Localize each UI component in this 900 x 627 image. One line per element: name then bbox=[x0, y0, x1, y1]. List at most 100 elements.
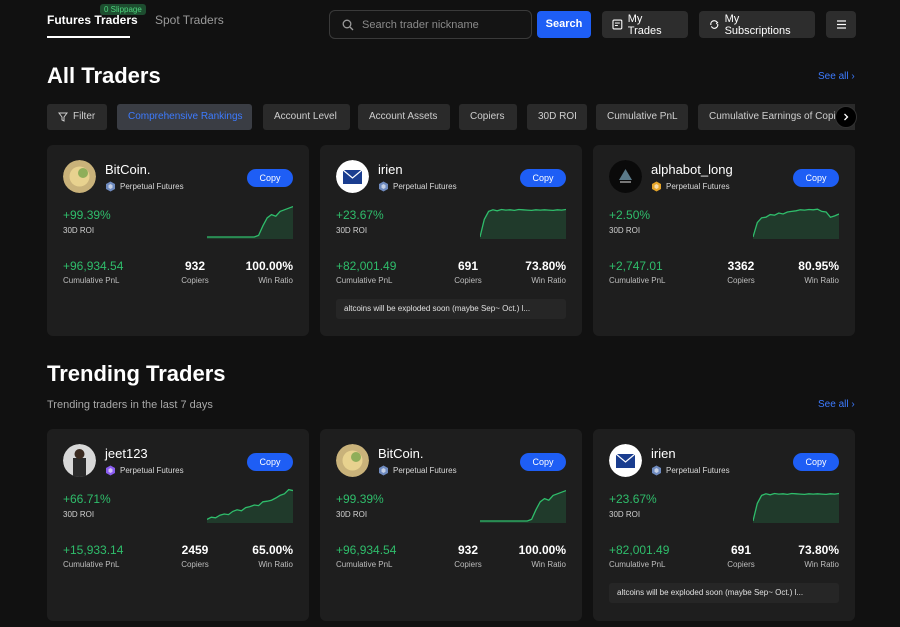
copiers-label: Copiers bbox=[181, 560, 209, 569]
copy-button[interactable]: Copy bbox=[793, 453, 839, 471]
avatar[interactable] bbox=[336, 444, 369, 477]
win-ratio-value: 65.00% bbox=[252, 543, 293, 557]
filter-chip-copiers[interactable]: Copiers bbox=[459, 104, 517, 130]
my-trades-label: My Trades bbox=[627, 12, 662, 37]
trader-card[interactable]: alphabot_long Perpetual Futures Copy +2.50%… bbox=[593, 145, 855, 336]
trader-name[interactable]: irien bbox=[651, 446, 676, 461]
roi-sparkline bbox=[480, 208, 566, 239]
sparkline-area bbox=[753, 493, 839, 523]
roi-sparkline bbox=[753, 492, 839, 523]
cumulative-pnl-value: +2,747.01 bbox=[609, 259, 663, 273]
product-tag: Perpetual Futures bbox=[378, 181, 457, 192]
trader-card[interactable]: BitCoin. Perpetual Futures Copy +99.39% 30D … bbox=[47, 145, 309, 336]
trader-card[interactable]: irien Perpetual Futures Copy +23.67% 30D ROI… bbox=[593, 429, 855, 621]
trader-quote[interactable]: altcoins will be exploded soon (maybe Se… bbox=[336, 299, 566, 319]
roi-value: +99.39% bbox=[336, 492, 384, 506]
sparkline-area bbox=[753, 209, 839, 239]
win-ratio-label: Win Ratio bbox=[804, 276, 839, 285]
filter-chip-cumulative-pnl[interactable]: Cumulative PnL bbox=[596, 104, 688, 130]
trader-name[interactable]: jeet123 bbox=[105, 446, 148, 461]
win-ratio-value: 100.00% bbox=[518, 543, 566, 557]
my-subscriptions-button[interactable]: My Subscriptions bbox=[699, 11, 815, 38]
trader-card[interactable]: BitCoin. Perpetual Futures Copy +99.39% 30D … bbox=[320, 429, 582, 621]
trader-card[interactable]: jeet123 Perpetual Futures Copy +66.71% 30D R… bbox=[47, 429, 309, 621]
win-ratio-label: Win Ratio bbox=[531, 560, 566, 569]
copy-button[interactable]: Copy bbox=[793, 169, 839, 187]
sync-icon bbox=[710, 20, 719, 29]
roi-sparkline bbox=[480, 489, 566, 523]
product-label: Perpetual Futures bbox=[393, 182, 457, 191]
all-traders-title: All Traders bbox=[47, 63, 161, 88]
filter-label: Filter bbox=[73, 111, 96, 122]
tab-futures-traders[interactable]: Futures Traders bbox=[47, 13, 138, 27]
cumulative-pnl-value: +15,933.14 bbox=[63, 543, 124, 557]
search-input[interactable] bbox=[362, 17, 522, 33]
avatar[interactable] bbox=[63, 444, 96, 477]
cumulative-pnl-label: Cumulative PnL bbox=[63, 276, 120, 285]
avatar[interactable] bbox=[336, 160, 369, 193]
product-tag: Perpetual Futures bbox=[651, 465, 730, 476]
product-label: Perpetual Futures bbox=[120, 466, 184, 475]
roi-value: +2.50% bbox=[609, 208, 651, 222]
filter-chip-comprehensive-rankings[interactable]: Comprehensive Rankings bbox=[117, 104, 252, 130]
funnel-icon bbox=[58, 112, 68, 122]
trader-quote[interactable]: altcoins will be exploded soon (maybe Se… bbox=[609, 583, 839, 603]
win-ratio-label: Win Ratio bbox=[258, 276, 293, 285]
copiers-value: 2459 bbox=[181, 543, 209, 557]
filter-button[interactable]: Filter bbox=[47, 104, 107, 130]
roi-label: 30D ROI bbox=[336, 226, 368, 235]
copy-button[interactable]: Copy bbox=[247, 453, 293, 471]
trader-name[interactable]: BitCoin. bbox=[378, 446, 424, 461]
filter-scroll-next-button[interactable] bbox=[835, 106, 857, 128]
all-traders-see-all-link[interactable]: See all › bbox=[818, 71, 855, 82]
product-label: Perpetual Futures bbox=[666, 182, 730, 191]
roi-value: +23.67% bbox=[609, 492, 657, 506]
search-box bbox=[329, 10, 532, 39]
roi-value: +99.39% bbox=[63, 208, 111, 222]
filter-chip-account-assets[interactable]: Account Assets bbox=[358, 104, 450, 130]
see-all-label: See all bbox=[818, 399, 849, 410]
hamburger-menu-icon bbox=[836, 20, 846, 29]
my-trades-button[interactable]: My Trades bbox=[602, 11, 688, 38]
product-label: Perpetual Futures bbox=[120, 182, 184, 191]
tab-spot-traders[interactable]: Spot Traders bbox=[155, 13, 224, 27]
cumulative-pnl-label: Cumulative PnL bbox=[63, 560, 120, 569]
trader-name[interactable]: irien bbox=[378, 162, 403, 177]
trending-traders-see-all-link[interactable]: See all › bbox=[818, 399, 855, 410]
copy-button[interactable]: Copy bbox=[520, 453, 566, 471]
win-ratio-label: Win Ratio bbox=[258, 560, 293, 569]
roi-label: 30D ROI bbox=[336, 510, 368, 519]
trending-traders-subtitle: Trending traders in the last 7 days bbox=[47, 399, 213, 411]
product-tag: Perpetual Futures bbox=[105, 181, 184, 192]
avatar[interactable] bbox=[609, 444, 642, 477]
search-button[interactable]: Search bbox=[537, 11, 591, 38]
cumulative-pnl-label: Cumulative PnL bbox=[336, 276, 393, 285]
win-ratio-value: 73.80% bbox=[525, 259, 566, 273]
trader-name[interactable]: alphabot_long bbox=[651, 162, 733, 177]
cumulative-pnl-value: +96,934.54 bbox=[63, 259, 124, 273]
product-tag: Perpetual Futures bbox=[378, 465, 457, 476]
copiers-value: 932 bbox=[457, 543, 479, 557]
roi-label: 30D ROI bbox=[609, 510, 641, 519]
trades-icon bbox=[612, 19, 623, 30]
filter-chip-account-level[interactable]: Account Level bbox=[263, 104, 350, 130]
copy-button[interactable]: Copy bbox=[520, 169, 566, 187]
menu-button[interactable] bbox=[826, 11, 856, 38]
roi-sparkline bbox=[753, 208, 839, 239]
roi-sparkline bbox=[207, 205, 293, 239]
trader-name[interactable]: BitCoin. bbox=[105, 162, 151, 177]
level-badge-icon bbox=[106, 465, 115, 476]
avatar[interactable] bbox=[63, 160, 96, 193]
level-badge-icon bbox=[106, 181, 115, 192]
cumulative-pnl-value: +82,001.49 bbox=[336, 259, 397, 273]
avatar[interactable] bbox=[609, 160, 642, 193]
copy-button[interactable]: Copy bbox=[247, 169, 293, 187]
product-label: Perpetual Futures bbox=[666, 466, 730, 475]
copiers-label: Copiers bbox=[454, 276, 482, 285]
trader-card[interactable]: irien Perpetual Futures Copy +23.67% 30D ROI… bbox=[320, 145, 582, 336]
cumulative-pnl-label: Cumulative PnL bbox=[609, 560, 666, 569]
copiers-value: 3362 bbox=[727, 259, 755, 273]
filter-chip-cumulative-earnings[interactable]: Cumulative Earnings of Copiers bbox=[698, 104, 855, 130]
filter-chip-30d-roi[interactable]: 30D ROI bbox=[527, 104, 587, 130]
roi-label: 30D ROI bbox=[63, 226, 95, 235]
